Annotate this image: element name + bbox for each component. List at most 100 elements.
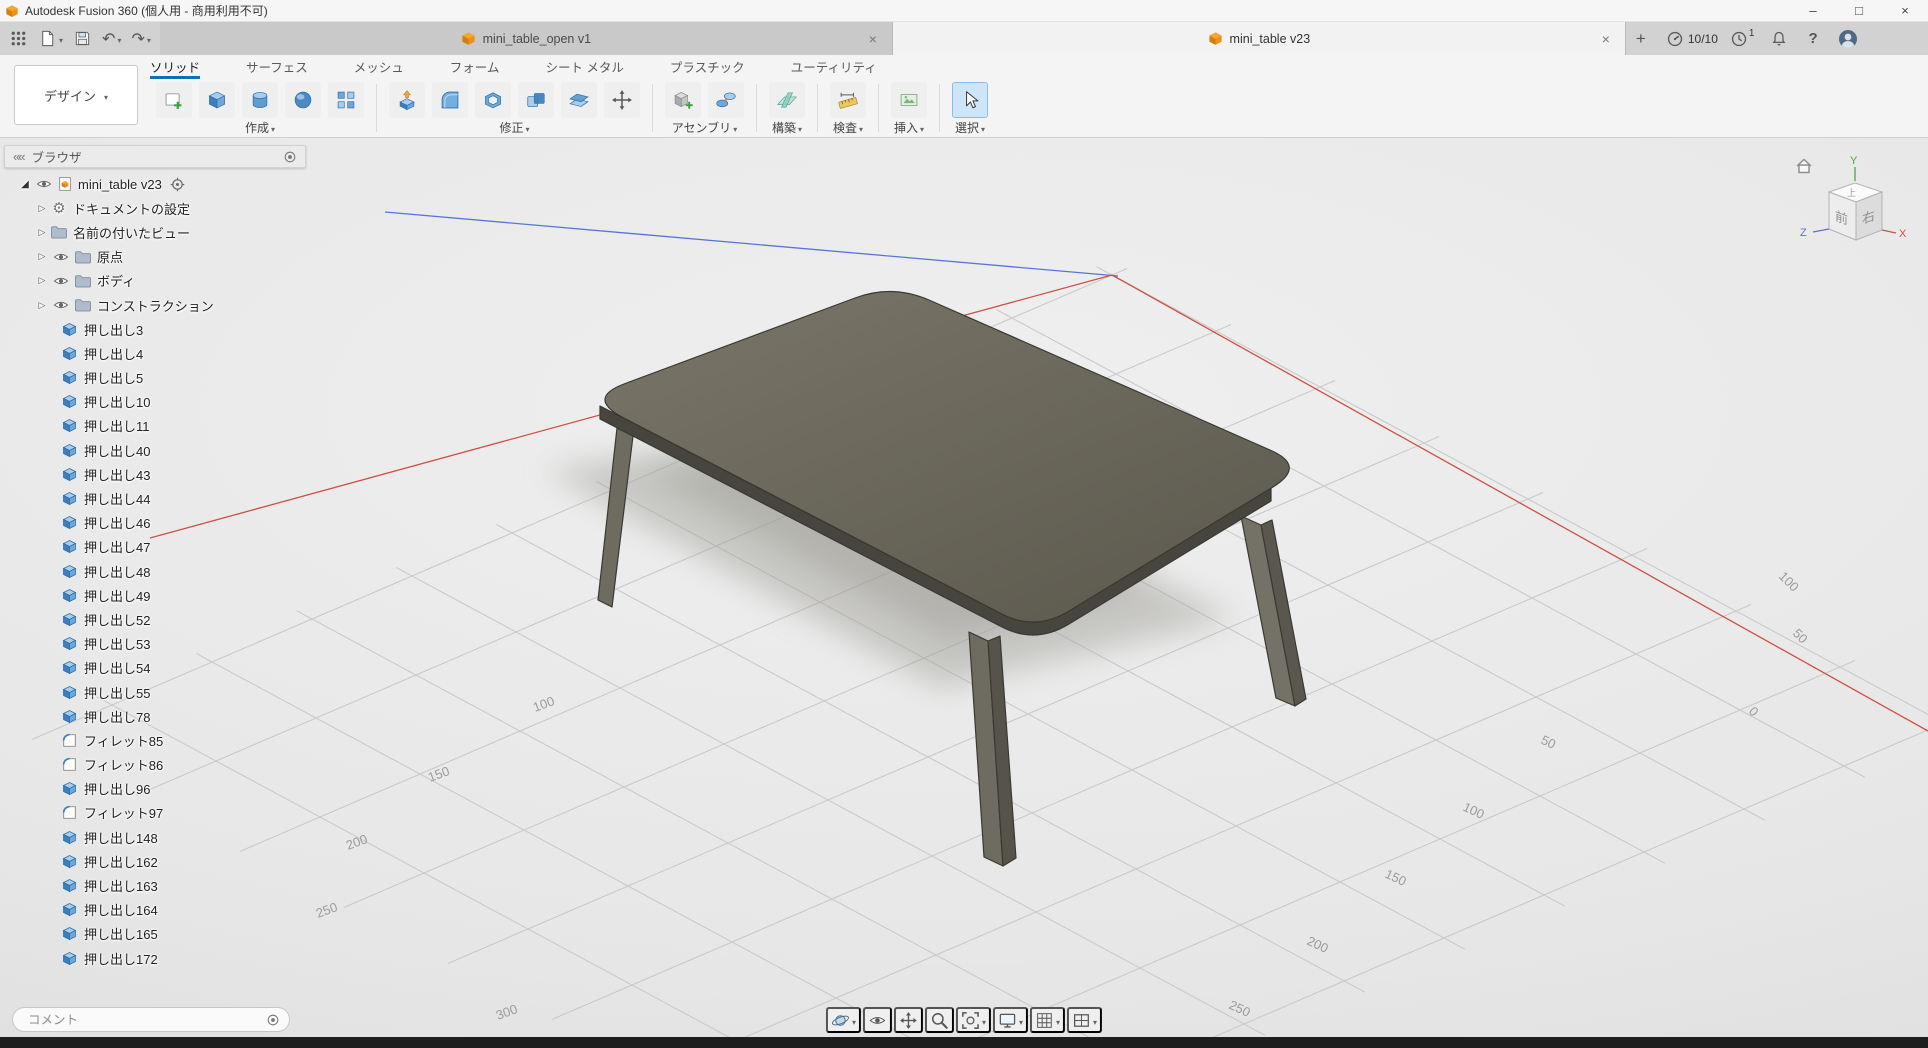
browser-feature-row[interactable]: フィレット85	[4, 728, 306, 752]
activate-component-icon[interactable]	[170, 177, 185, 192]
browser-feature-row[interactable]: 押し出し55	[4, 680, 306, 704]
expand-arrow-icon[interactable]	[34, 227, 50, 238]
browser-feature-row[interactable]: 押し出し172	[4, 946, 306, 970]
shell-button[interactable]	[475, 82, 511, 118]
visibility-eye-icon[interactable]	[53, 299, 69, 311]
ribbon-group-label[interactable]: アセンブリ	[672, 119, 737, 136]
chevron-down-icon[interactable]	[980, 1013, 986, 1028]
timeline-strip[interactable]	[0, 1037, 1928, 1048]
account-button[interactable]	[1834, 26, 1862, 52]
primitive-sphere-button[interactable]	[285, 82, 321, 118]
chevron-down-icon[interactable]	[1054, 1013, 1060, 1028]
chevron-down-icon[interactable]	[1017, 1013, 1023, 1028]
expand-arrow-icon[interactable]	[34, 300, 50, 311]
browser-feature-row[interactable]: 押し出し44	[4, 486, 306, 510]
ribbon-group-label[interactable]: 構築	[772, 119, 802, 136]
browser-feature-row[interactable]: 押し出し164	[4, 898, 306, 922]
visibility-eye-icon[interactable]	[53, 275, 69, 287]
browser-feature-row[interactable]: 押し出し40	[4, 438, 306, 462]
minimize-button[interactable]: –	[1790, 0, 1836, 21]
browser-feature-row[interactable]: 押し出し162	[4, 849, 306, 873]
offset-button[interactable]	[561, 82, 597, 118]
browser-feature-row[interactable]: 押し出し54	[4, 656, 306, 680]
new-component-button[interactable]	[665, 82, 701, 118]
browser-feature-row[interactable]: 押し出し163	[4, 873, 306, 897]
ribbon-tab-1[interactable]: ソリッド	[150, 55, 200, 79]
press-pull-button[interactable]	[389, 82, 425, 118]
measure-button[interactable]	[830, 82, 866, 118]
display-settings-button[interactable]	[993, 1007, 1028, 1033]
comment-input[interactable]	[26, 1012, 266, 1028]
grid-settings-button[interactable]	[1030, 1007, 1065, 1033]
new-tab-button[interactable]: +	[1626, 22, 1656, 55]
ribbon-group-label[interactable]: 検査	[833, 119, 863, 136]
ribbon-group-label[interactable]: 挿入	[894, 119, 924, 136]
save-button[interactable]	[69, 26, 96, 52]
browser-feature-row[interactable]: 押し出し43	[4, 462, 306, 486]
ribbon-tab-4[interactable]: フォーム	[450, 55, 500, 79]
view-cube[interactable]: Y 上 前 右 Z X	[1789, 152, 1914, 262]
chevron-down-icon[interactable]	[850, 1013, 856, 1028]
select-cursor-button[interactable]	[952, 82, 988, 118]
undo-button[interactable]	[98, 26, 125, 52]
ribbon-tab-3[interactable]: メッシュ	[354, 55, 404, 79]
browser-folder-row[interactable]: ボディ	[4, 269, 306, 293]
combine-button[interactable]	[518, 82, 554, 118]
tab-close-icon[interactable]: ×	[1598, 31, 1614, 47]
browser-feature-row[interactable]: 押し出し11	[4, 414, 306, 438]
browser-folder-row[interactable]: コンストラクション	[4, 293, 306, 317]
browser-feature-row[interactable]: 押し出し96	[4, 777, 306, 801]
ribbon-tab-5[interactable]: シート メタル	[545, 55, 623, 79]
browser-feature-row[interactable]: 押し出し49	[4, 583, 306, 607]
look-at-button[interactable]	[863, 1007, 892, 1033]
browser-feature-row[interactable]: フィレット86	[4, 753, 306, 777]
browser-folder-row[interactable]: 原点	[4, 245, 306, 269]
ribbon-group-label[interactable]: 修正	[499, 119, 529, 136]
job-status-button[interactable]: 10/10	[1666, 30, 1718, 48]
viewports-button[interactable]	[1067, 1007, 1102, 1033]
table-model[interactable]	[598, 291, 1306, 866]
doc-tab[interactable]: mini_table_open v1×	[160, 22, 893, 55]
ribbon-group-label[interactable]: 選択	[955, 119, 985, 136]
primitive-cylinder-button[interactable]	[242, 82, 278, 118]
browser-feature-row[interactable]: フィレット97	[4, 801, 306, 825]
browser-folder-row[interactable]: ⚙ドキュメントの設定	[4, 196, 306, 220]
collapse-panel-icon[interactable]: ««	[13, 149, 23, 164]
browser-folder-row[interactable]: 名前の付いたビュー	[4, 220, 306, 244]
zoom-button[interactable]	[925, 1007, 954, 1033]
pattern-button[interactable]	[328, 82, 364, 118]
ribbon-tab-2[interactable]: サーフェス	[246, 55, 308, 79]
browser-feature-row[interactable]: 押し出し5	[4, 366, 306, 390]
browser-feature-row[interactable]: 押し出し78	[4, 704, 306, 728]
fillet-button[interactable]	[432, 82, 468, 118]
browser-root-row[interactable]: mini_table v23	[4, 172, 306, 196]
browser-feature-row[interactable]: 押し出し3	[4, 317, 306, 341]
extensions-button[interactable]: 1	[1730, 30, 1755, 48]
expand-arrow-icon[interactable]	[34, 203, 50, 214]
browser-feature-row[interactable]: 押し出し10	[4, 390, 306, 414]
create-sketch-button[interactable]	[156, 82, 192, 118]
notifications-button[interactable]	[1766, 26, 1792, 52]
browser-feature-row[interactable]: 押し出し52	[4, 607, 306, 631]
doc-tab[interactable]: mini_table v23×	[893, 22, 1626, 55]
maximize-button[interactable]: □	[1836, 0, 1882, 21]
browser-feature-row[interactable]: 押し出し4	[4, 341, 306, 365]
expand-arrow-icon[interactable]	[17, 179, 33, 190]
primitive-box-button[interactable]	[199, 82, 235, 118]
close-button[interactable]: ×	[1882, 0, 1928, 21]
file-menu-button[interactable]	[34, 26, 67, 52]
joint-button[interactable]	[708, 82, 744, 118]
help-button[interactable]: ?	[1804, 30, 1821, 47]
home-icon[interactable]	[1797, 160, 1811, 173]
browser-feature-row[interactable]: 押し出し148	[4, 825, 306, 849]
workspace-switcher[interactable]: デザイン	[14, 65, 138, 125]
browser-feature-row[interactable]: 押し出し53	[4, 632, 306, 656]
browser-feature-row[interactable]: 押し出し165	[4, 922, 306, 946]
visibility-eye-icon[interactable]	[36, 178, 52, 190]
expand-arrow-icon[interactable]	[34, 275, 50, 286]
expand-arrow-icon[interactable]	[34, 251, 50, 262]
ribbon-tab-7[interactable]: ユーティリティ	[791, 55, 877, 79]
ribbon-tab-6[interactable]: プラスチック	[670, 55, 745, 79]
move-button[interactable]	[604, 82, 640, 118]
comment-action-icon[interactable]	[266, 1013, 280, 1027]
